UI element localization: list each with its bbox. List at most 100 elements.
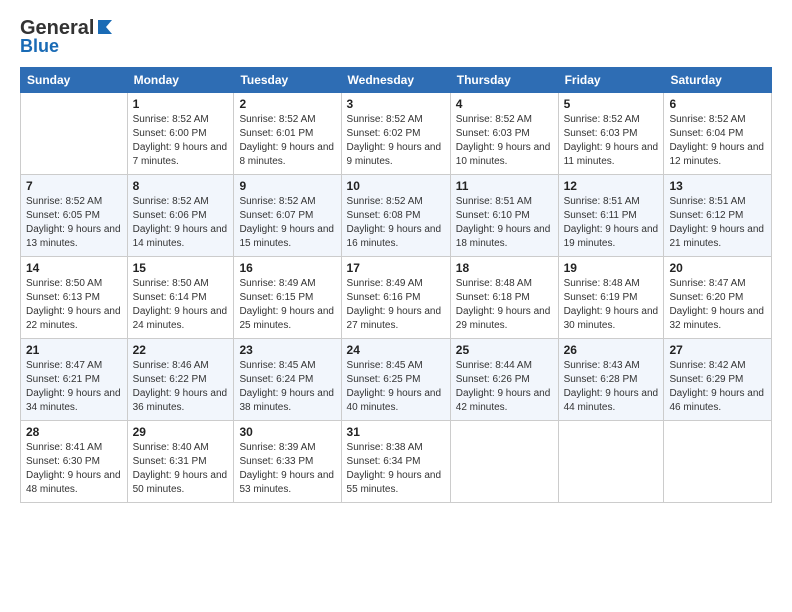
- calendar-table: SundayMondayTuesdayWednesdayThursdayFrid…: [20, 67, 772, 503]
- day-detail: Sunrise: 8:52 AMSunset: 6:02 PMDaylight:…: [347, 113, 445, 169]
- calendar-cell: 22Sunrise: 8:46 AMSunset: 6:22 PMDayligh…: [127, 339, 234, 421]
- calendar-cell: 13 Sunrise: 8:51 AMSunset: 6:12 PMDayligh…: [664, 175, 772, 257]
- day-number: 23: [239, 343, 335, 357]
- day-detail: Sunrise: 8:49 AMSunset: 6:15 PMDaylight:…: [239, 277, 335, 333]
- calendar-cell: 1 Sunrise: 8:52 AMSunset: 6:00 PMDaylight…: [127, 93, 234, 175]
- calendar-cell: 3 Sunrise: 8:52 AMSunset: 6:02 PMDaylight…: [341, 93, 450, 175]
- calendar-cell: [450, 421, 558, 503]
- calendar-cell: [664, 421, 772, 503]
- day-detail: Sunrise: 8:43 AMSunset: 6:28 PMDaylight:…: [564, 359, 659, 415]
- calendar-cell: 28 Sunrise: 8:41 AMSunset: 6:30 PMDayligh…: [21, 421, 128, 503]
- col-header-saturday: Saturday: [664, 68, 772, 93]
- day-number: 4: [456, 97, 553, 111]
- calendar-cell: 24Sunrise: 8:45 AMSunset: 6:25 PMDayligh…: [341, 339, 450, 421]
- day-detail: Sunrise: 8:52 AMSunset: 6:00 PMDaylight:…: [133, 113, 229, 169]
- day-number: 8: [133, 179, 229, 193]
- day-detail: Sunrise: 8:40 AMSunset: 6:31 PMDaylight:…: [133, 441, 229, 497]
- calendar-cell: 31Sunrise: 8:38 AMSunset: 6:34 PMDayligh…: [341, 421, 450, 503]
- day-detail: Sunrise: 8:42 AMSunset: 6:29 PMDaylight:…: [669, 359, 766, 415]
- col-header-wednesday: Wednesday: [341, 68, 450, 93]
- day-detail: Sunrise: 8:52 AMSunset: 6:03 PMDaylight:…: [564, 113, 659, 169]
- day-detail: Sunrise: 8:51 AMSunset: 6:12 PMDaylight:…: [669, 195, 766, 251]
- calendar-cell: 30 Sunrise: 8:39 AMSunset: 6:33 PMDayligh…: [234, 421, 341, 503]
- col-header-monday: Monday: [127, 68, 234, 93]
- day-number: 13: [669, 179, 766, 193]
- calendar-week-row: 1 Sunrise: 8:52 AMSunset: 6:00 PMDaylight…: [21, 93, 772, 175]
- calendar-cell: 11 Sunrise: 8:51 AMSunset: 6:10 PMDayligh…: [450, 175, 558, 257]
- col-header-sunday: Sunday: [21, 68, 128, 93]
- day-number: 9: [239, 179, 335, 193]
- calendar-cell: 20 Sunrise: 8:47 AMSunset: 6:20 PMDayligh…: [664, 257, 772, 339]
- day-number: 27: [669, 343, 766, 357]
- calendar-cell: 2 Sunrise: 8:52 AMSunset: 6:01 PMDaylight…: [234, 93, 341, 175]
- logo-flag-icon: [96, 18, 114, 36]
- calendar-cell: 4Sunrise: 8:52 AMSunset: 6:03 PMDaylight…: [450, 93, 558, 175]
- day-detail: Sunrise: 8:52 AMSunset: 6:06 PMDaylight:…: [133, 195, 229, 251]
- day-number: 16: [239, 261, 335, 275]
- logo-blue-text: Blue: [20, 36, 59, 57]
- calendar-week-row: 28 Sunrise: 8:41 AMSunset: 6:30 PMDayligh…: [21, 421, 772, 503]
- calendar-cell: [558, 421, 664, 503]
- day-number: 25: [456, 343, 553, 357]
- day-detail: Sunrise: 8:41 AMSunset: 6:30 PMDaylight:…: [26, 441, 122, 497]
- day-number: 10: [347, 179, 445, 193]
- calendar-cell: 5 Sunrise: 8:52 AMSunset: 6:03 PMDaylight…: [558, 93, 664, 175]
- calendar-week-row: 7Sunrise: 8:52 AMSunset: 6:05 PMDaylight…: [21, 175, 772, 257]
- calendar-cell: 27 Sunrise: 8:42 AMSunset: 6:29 PMDayligh…: [664, 339, 772, 421]
- calendar-cell: 29Sunrise: 8:40 AMSunset: 6:31 PMDayligh…: [127, 421, 234, 503]
- day-detail: Sunrise: 8:52 AMSunset: 6:04 PMDaylight:…: [669, 113, 766, 169]
- day-detail: Sunrise: 8:45 AMSunset: 6:24 PMDaylight:…: [239, 359, 335, 415]
- day-number: 15: [133, 261, 229, 275]
- day-number: 14: [26, 261, 122, 275]
- day-detail: Sunrise: 8:49 AMSunset: 6:16 PMDaylight:…: [347, 277, 445, 333]
- day-detail: Sunrise: 8:39 AMSunset: 6:33 PMDaylight:…: [239, 441, 335, 497]
- calendar-cell: 8 Sunrise: 8:52 AMSunset: 6:06 PMDaylight…: [127, 175, 234, 257]
- day-detail: Sunrise: 8:51 AMSunset: 6:11 PMDaylight:…: [564, 195, 659, 251]
- day-number: 1: [133, 97, 229, 111]
- day-detail: Sunrise: 8:48 AMSunset: 6:19 PMDaylight:…: [564, 277, 659, 333]
- day-detail: Sunrise: 8:52 AMSunset: 6:08 PMDaylight:…: [347, 195, 445, 251]
- calendar-cell: 21Sunrise: 8:47 AMSunset: 6:21 PMDayligh…: [21, 339, 128, 421]
- calendar-cell: 16 Sunrise: 8:49 AMSunset: 6:15 PMDayligh…: [234, 257, 341, 339]
- day-number: 19: [564, 261, 659, 275]
- day-number: 3: [347, 97, 445, 111]
- day-detail: Sunrise: 8:47 AMSunset: 6:20 PMDaylight:…: [669, 277, 766, 333]
- calendar-cell: 12 Sunrise: 8:51 AMSunset: 6:11 PMDayligh…: [558, 175, 664, 257]
- day-number: 11: [456, 179, 553, 193]
- calendar-cell: 23 Sunrise: 8:45 AMSunset: 6:24 PMDayligh…: [234, 339, 341, 421]
- day-detail: Sunrise: 8:52 AMSunset: 6:07 PMDaylight:…: [239, 195, 335, 251]
- day-detail: Sunrise: 8:51 AMSunset: 6:10 PMDaylight:…: [456, 195, 553, 251]
- calendar-week-row: 14Sunrise: 8:50 AMSunset: 6:13 PMDayligh…: [21, 257, 772, 339]
- calendar-cell: 19 Sunrise: 8:48 AMSunset: 6:19 PMDayligh…: [558, 257, 664, 339]
- calendar-cell: [21, 93, 128, 175]
- day-number: 31: [347, 425, 445, 439]
- day-number: 26: [564, 343, 659, 357]
- col-header-tuesday: Tuesday: [234, 68, 341, 93]
- header: General Blue: [20, 18, 772, 57]
- calendar-header-row: SundayMondayTuesdayWednesdayThursdayFrid…: [21, 68, 772, 93]
- day-detail: Sunrise: 8:52 AMSunset: 6:01 PMDaylight:…: [239, 113, 335, 169]
- col-header-thursday: Thursday: [450, 68, 558, 93]
- page: General Blue SundayMondayTuesdayWednesda…: [0, 0, 792, 612]
- day-number: 28: [26, 425, 122, 439]
- calendar-cell: 18 Sunrise: 8:48 AMSunset: 6:18 PMDayligh…: [450, 257, 558, 339]
- calendar-cell: 9 Sunrise: 8:52 AMSunset: 6:07 PMDaylight…: [234, 175, 341, 257]
- day-number: 17: [347, 261, 445, 275]
- calendar-cell: 25Sunrise: 8:44 AMSunset: 6:26 PMDayligh…: [450, 339, 558, 421]
- day-number: 20: [669, 261, 766, 275]
- calendar-cell: 7Sunrise: 8:52 AMSunset: 6:05 PMDaylight…: [21, 175, 128, 257]
- day-detail: Sunrise: 8:48 AMSunset: 6:18 PMDaylight:…: [456, 277, 553, 333]
- logo: General Blue: [20, 18, 114, 57]
- day-number: 12: [564, 179, 659, 193]
- day-number: 18: [456, 261, 553, 275]
- col-header-friday: Friday: [558, 68, 664, 93]
- day-number: 5: [564, 97, 659, 111]
- day-number: 2: [239, 97, 335, 111]
- day-number: 30: [239, 425, 335, 439]
- calendar-week-row: 21Sunrise: 8:47 AMSunset: 6:21 PMDayligh…: [21, 339, 772, 421]
- day-detail: Sunrise: 8:52 AMSunset: 6:05 PMDaylight:…: [26, 195, 122, 251]
- calendar-cell: 14Sunrise: 8:50 AMSunset: 6:13 PMDayligh…: [21, 257, 128, 339]
- day-number: 6: [669, 97, 766, 111]
- day-detail: Sunrise: 8:45 AMSunset: 6:25 PMDaylight:…: [347, 359, 445, 415]
- calendar-cell: 17 Sunrise: 8:49 AMSunset: 6:16 PMDayligh…: [341, 257, 450, 339]
